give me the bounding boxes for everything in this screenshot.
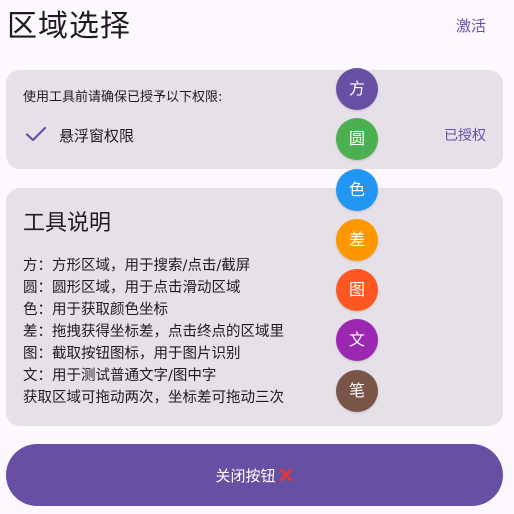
check-icon [25, 126, 47, 142]
permission-hint: 使用工具前请确保已授予以下权限: [23, 90, 223, 105]
tool-square-button[interactable]: 方 [336, 68, 378, 110]
close-button[interactable]: 关闭按钮 [6, 444, 503, 506]
info-list: 方：方形区域，用于搜索/点击/截屏 圆：圆形区域，用于点击滑动区域 色：用于获取… [23, 255, 284, 409]
permission-status[interactable]: 已授权 [444, 127, 486, 145]
info-line-image: 图：截取按钮图标，用于图片识别 [23, 346, 241, 362]
info-line-color: 色：用于获取颜色坐标 [23, 302, 168, 318]
floating-tool-column: 方 圆 色 差 图 文 笔 [336, 68, 378, 420]
permission-name: 悬浮窗权限 [59, 127, 135, 145]
close-button-label: 关闭按钮 [215, 466, 276, 485]
tool-info-card: 工具说明 方：方形区域，用于搜索/点击/截屏 圆：圆形区域，用于点击滑动区域 色… [6, 188, 503, 426]
tool-pen-button[interactable]: 笔 [336, 369, 378, 412]
tool-diff-button[interactable]: 差 [336, 218, 378, 261]
tool-circle-button[interactable]: 圆 [336, 118, 378, 161]
info-line-square: 方：方形区域，用于搜索/点击/截屏 [23, 258, 251, 274]
red-x-icon [279, 468, 292, 482]
tool-color-button[interactable]: 色 [336, 168, 378, 211]
info-title: 工具说明 [23, 211, 112, 236]
tool-image-button[interactable]: 图 [336, 269, 378, 312]
info-line-text: 文：用于测试普通文字/图中字 [23, 368, 217, 384]
page-title: 区域选择 [7, 9, 131, 44]
info-line-diff: 差：拖拽获得坐标差，点击终点的区域里 [23, 324, 284, 340]
activate-button[interactable]: 激活 [456, 16, 486, 36]
info-line-drag-note: 获取区域可拖动两次，坐标差可拖动三次 [23, 390, 284, 406]
info-line-circle: 圆：圆形区域，用于点击滑动区域 [23, 280, 241, 296]
permission-card: 使用工具前请确保已授予以下权限: 悬浮窗权限 已授权 [6, 70, 503, 169]
tool-text-button[interactable]: 文 [336, 319, 378, 362]
permission-row-overlay: 悬浮窗权限 已授权 [23, 122, 486, 148]
